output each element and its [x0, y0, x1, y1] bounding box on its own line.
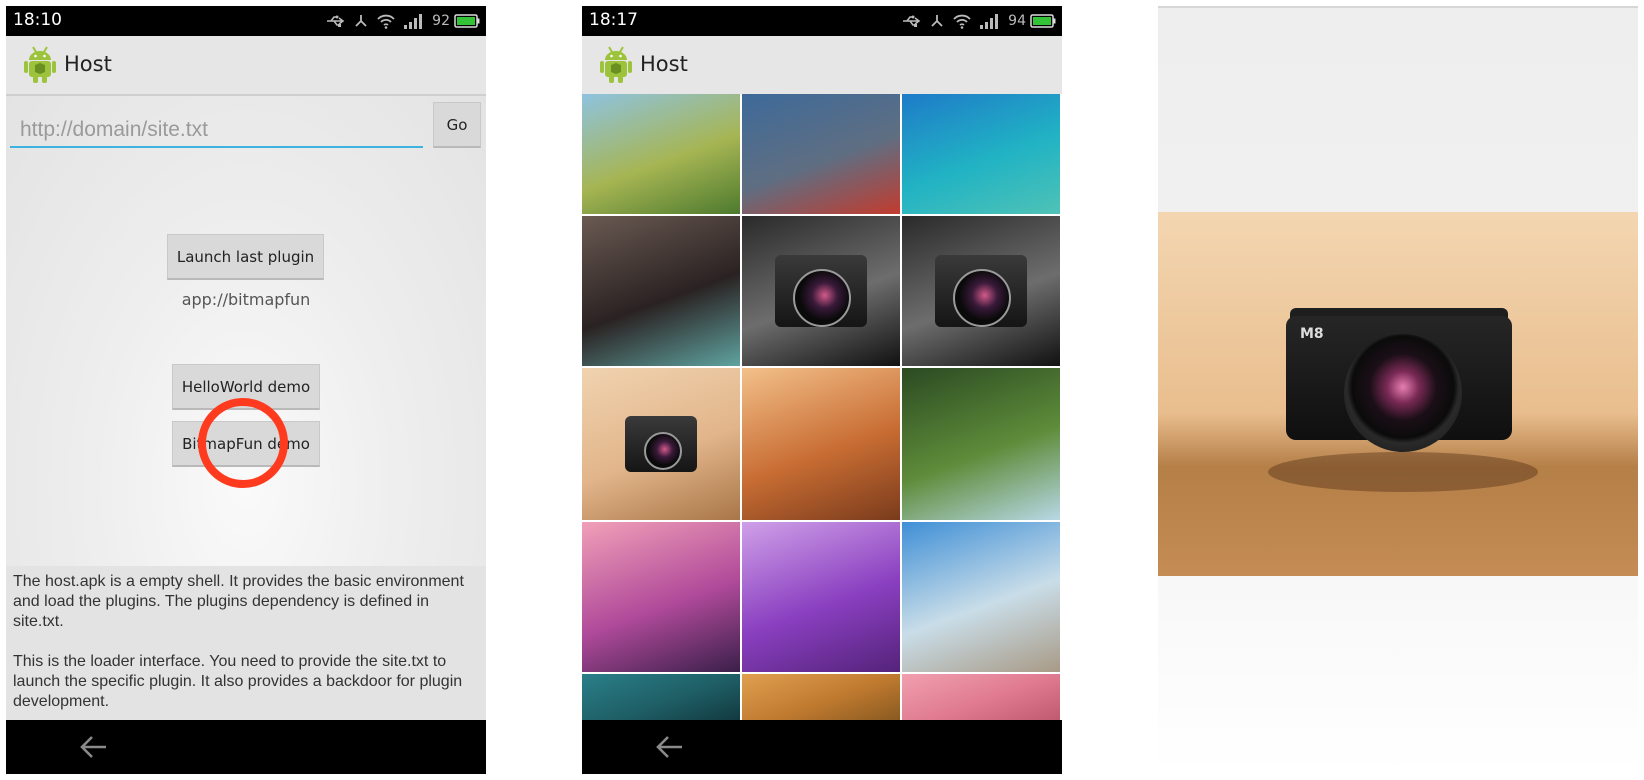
gallery-screen: 18:17 94 Host — [582, 6, 1062, 774]
camera-lens — [1344, 334, 1462, 452]
photo-camera[interactable]: M8 — [1158, 212, 1638, 576]
image-viewer-screen: M8 — [1158, 6, 1638, 774]
thumbnail-grid — [582, 94, 1062, 720]
go-button[interactable]: Go — [433, 102, 481, 148]
android-logo-icon — [600, 46, 632, 83]
camera-picture — [775, 255, 867, 327]
thumbnail-orange-partial[interactable] — [742, 674, 900, 720]
usb-icon — [903, 15, 921, 27]
action-bar: Host — [582, 36, 1062, 96]
camera-lens — [793, 269, 851, 327]
thumbnail-sandstone-canyon[interactable] — [742, 368, 900, 520]
thumbnail-aerial-coast[interactable] — [582, 94, 740, 214]
app-title: Host — [640, 52, 688, 76]
battery-icon — [454, 14, 480, 28]
camera-picture — [625, 416, 697, 472]
status-bar: 18:10 92 — [6, 6, 486, 36]
back-arrow-icon[interactable] — [654, 732, 686, 762]
back-arrow-icon[interactable] — [78, 732, 110, 762]
thumbnail-camera-front[interactable] — [902, 216, 1060, 366]
wifi-icon — [953, 14, 971, 29]
usb-icon — [327, 15, 345, 27]
debug-icon — [931, 15, 943, 27]
launch-last-plugin-button[interactable]: Launch last plugin — [167, 234, 324, 280]
battery-level: 94 — [1008, 13, 1026, 29]
tap-indicator — [198, 398, 288, 488]
action-bar: Host — [6, 36, 486, 96]
status-time: 18:10 — [13, 10, 62, 30]
thumbnail-waterfall[interactable] — [902, 368, 1060, 520]
signal-icon — [980, 14, 999, 29]
camera-lens — [644, 432, 682, 470]
host-screen: 18:10 92 Host Go Launch last plugin — [6, 6, 486, 774]
thumbnail-aerial-city[interactable] — [742, 94, 900, 214]
status-time: 18:17 — [589, 10, 638, 30]
battery-icon — [1030, 14, 1056, 28]
loader-content: Go Launch last plugin app://bitmapfun He… — [6, 96, 486, 720]
wifi-icon — [377, 14, 395, 29]
site-url-input[interactable] — [10, 114, 423, 148]
status-bar: 18:17 94 — [582, 6, 1062, 36]
thumbnail-camera-table[interactable] — [582, 368, 740, 520]
image-viewer: M8 — [1158, 6, 1638, 774]
last-plugin-url: app://bitmapfun — [181, 290, 311, 309]
battery-level: 92 — [432, 13, 450, 29]
thumbnail-purple-stream[interactable] — [742, 522, 900, 672]
camera-lens — [953, 269, 1011, 327]
navigation-bar — [582, 720, 1062, 774]
app-title: Host — [64, 52, 112, 76]
camera-picture — [935, 255, 1027, 327]
thumbnail-telescope-city[interactable] — [902, 522, 1060, 672]
camera-model-label: M8 — [1300, 326, 1324, 342]
thumbnail-teal-partial[interactable] — [582, 674, 740, 720]
camera-shadow — [1268, 452, 1538, 492]
thumbnail-lava-coast[interactable] — [582, 216, 740, 366]
android-logo-icon — [24, 46, 56, 83]
thumbnail-pink-partial[interactable] — [902, 674, 1060, 720]
info-paragraph: The host.apk is a empty shell. It provid… — [13, 573, 464, 630]
info-panel: The host.apk is a empty shell. It provid… — [6, 566, 486, 720]
signal-icon — [404, 14, 423, 29]
thumbnail-camera-front[interactable] — [742, 216, 900, 366]
navigation-bar — [6, 720, 486, 774]
thumbnail-purple-mountains[interactable] — [582, 522, 740, 672]
info-paragraph: This is the loader interface. You need t… — [13, 653, 463, 710]
debug-icon — [355, 15, 367, 27]
thumbnail-turquoise-lagoon[interactable] — [902, 94, 1060, 214]
